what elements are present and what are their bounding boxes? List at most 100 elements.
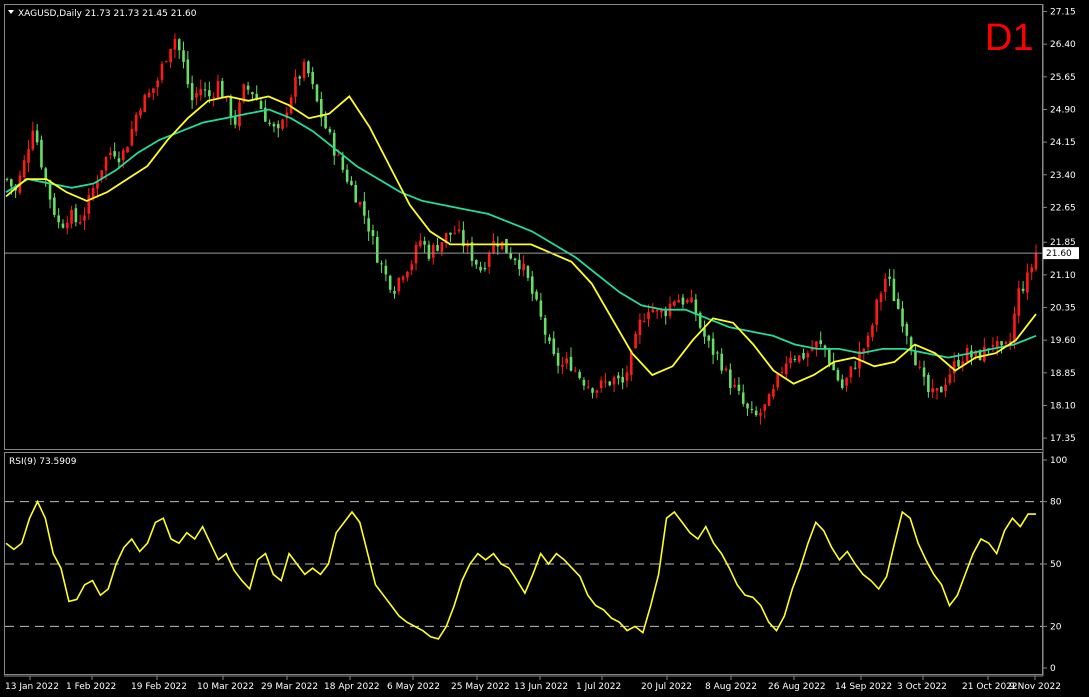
candle-body — [401, 276, 405, 280]
candle-body — [518, 259, 521, 270]
candle-body — [539, 300, 543, 317]
candle-body — [595, 390, 599, 393]
price-tick-label: 18.10 — [1050, 401, 1076, 411]
candle-body — [918, 366, 922, 368]
candle-body — [612, 377, 616, 385]
candle-body — [10, 179, 13, 187]
candle-body — [53, 197, 56, 215]
candle-body — [27, 149, 30, 163]
chart-canvas: XAGUSD,Daily 21.73 21.73 21.45 21.60 D1 … — [0, 0, 1089, 697]
candle-body — [134, 114, 138, 132]
candle-body — [944, 384, 947, 391]
candle-body — [642, 321, 646, 323]
candle-body — [139, 110, 142, 116]
candle-body — [634, 333, 637, 349]
candle-body — [500, 241, 504, 250]
candle-body — [384, 265, 388, 275]
candle-body — [509, 253, 513, 259]
candle-body — [1013, 313, 1016, 343]
candle-body — [177, 39, 181, 51]
candle-body — [505, 238, 508, 254]
candle-body — [1034, 253, 1038, 270]
candle-body — [208, 90, 211, 97]
candle-body — [328, 129, 332, 133]
x-tick-label: 19 Feb 2022 — [131, 682, 187, 692]
symbol-header: XAGUSD,Daily 21.73 21.73 21.45 21.60 — [18, 9, 197, 19]
candle-body — [720, 353, 724, 371]
candle-body — [866, 335, 870, 348]
candle-body — [638, 319, 642, 336]
candle-body — [556, 353, 560, 366]
x-tick-label: 14 Sep 2022 — [835, 682, 892, 692]
candle-body — [617, 375, 620, 379]
candle-body — [664, 310, 668, 316]
candle-body — [44, 168, 48, 180]
candle-body — [1021, 288, 1025, 291]
candle-body — [375, 236, 379, 263]
candle-body — [845, 377, 848, 386]
candle-body — [143, 94, 147, 113]
candle-body — [276, 124, 280, 129]
candle-body — [535, 291, 538, 300]
candle-body — [363, 201, 366, 216]
candle-body — [87, 195, 91, 214]
candle-body — [754, 410, 758, 416]
candle-body — [543, 318, 547, 335]
candle-body — [169, 48, 172, 63]
candle-body — [83, 215, 86, 221]
candle-body — [901, 308, 904, 327]
x-tick-label: 26 Aug 2022 — [768, 682, 826, 692]
candle-body — [939, 386, 943, 393]
candle-body — [294, 76, 297, 97]
candle-body — [513, 258, 517, 261]
candle-body — [410, 264, 414, 271]
candle-body — [741, 392, 745, 404]
candle-body — [927, 374, 930, 393]
rsi-tick-label: 0 — [1050, 664, 1056, 674]
candle-body — [121, 150, 125, 161]
x-tick-label: 1 Feb 2022 — [66, 682, 116, 692]
candle-body — [793, 358, 797, 360]
candle-body — [61, 223, 65, 228]
candle-body — [315, 84, 319, 102]
candle-body — [884, 278, 887, 292]
candle-body — [690, 297, 693, 303]
candle-body — [810, 348, 814, 351]
x-tick-label: 18 Apr 2022 — [324, 682, 380, 692]
candle-body — [367, 218, 370, 232]
price-tick-label: 17.35 — [1050, 434, 1076, 444]
candle-body — [879, 293, 883, 303]
candle-body — [677, 299, 680, 303]
candle-body — [117, 158, 121, 163]
rsi-tick-label: 100 — [1050, 456, 1067, 466]
candle-body — [948, 374, 952, 383]
candle-body — [552, 338, 556, 355]
candle-body — [109, 152, 112, 156]
candle-body — [625, 372, 629, 381]
candle-body — [165, 61, 168, 63]
rsi-tick-label: 80 — [1050, 498, 1062, 508]
price-tick-label: 20.35 — [1050, 304, 1076, 314]
candle-body — [767, 394, 771, 406]
candle-body — [957, 359, 960, 367]
candle-body — [307, 61, 310, 74]
candle-body — [1004, 342, 1008, 344]
price-tick-label: 21.85 — [1050, 238, 1076, 248]
price-tick-label: 19.60 — [1050, 336, 1076, 346]
candle-body — [5, 178, 9, 180]
candle-body — [733, 384, 736, 387]
x-tick-label: 13 Jun 2022 — [514, 682, 568, 692]
candle-body — [578, 371, 581, 379]
candle-body — [216, 81, 220, 99]
candle-body — [931, 388, 934, 393]
candle-body — [302, 61, 306, 79]
candle-body — [160, 63, 164, 80]
candle-body — [406, 271, 409, 278]
candle-body — [173, 38, 177, 50]
candle-body — [74, 208, 78, 223]
candle-body — [892, 278, 896, 302]
candle-body — [152, 88, 155, 93]
candle-body — [431, 244, 435, 258]
candle-body — [716, 352, 719, 354]
price-tick-label: 23.40 — [1050, 171, 1076, 181]
